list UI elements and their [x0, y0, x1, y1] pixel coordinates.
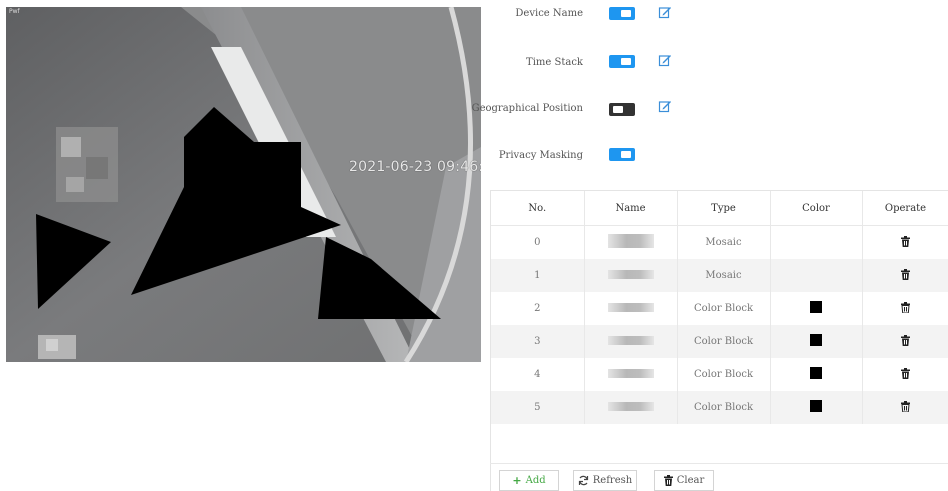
delete-icon[interactable]	[901, 334, 910, 349]
delete-icon[interactable]	[901, 235, 910, 250]
clear-label: Clear	[676, 475, 705, 486]
blurred-name	[607, 234, 654, 248]
device-name-toggle[interactable]	[609, 7, 635, 20]
blurred-name	[607, 335, 654, 345]
row-type: Color Block	[677, 391, 771, 424]
add-label: Add	[525, 475, 546, 486]
row-type: Color Block	[677, 292, 771, 325]
row-color	[770, 391, 863, 424]
column-header-no: No.	[491, 191, 585, 226]
row-color	[770, 325, 863, 358]
clear-button[interactable]: Clear	[654, 470, 714, 491]
color-swatch[interactable]	[810, 367, 822, 379]
column-header-type: Type	[677, 191, 771, 226]
color-swatch[interactable]	[810, 400, 822, 412]
row-number: 2	[491, 292, 585, 325]
trash-icon	[663, 475, 673, 486]
geographical-position-toggle[interactable]	[609, 103, 635, 116]
row-type: Color Block	[677, 325, 771, 358]
osd-channel-text: Pwf	[9, 8, 20, 15]
edit-icon[interactable]	[658, 53, 672, 67]
row-operate	[862, 225, 948, 259]
time-stack-toggle[interactable]	[609, 55, 635, 68]
row-name[interactable]	[584, 259, 678, 292]
table-row[interactable]: 5 Color Block	[491, 391, 948, 424]
row-type: Color Block	[677, 358, 771, 391]
privacy-mask-table: No. Name Type Color Operate 0 Mosaic 1 M…	[490, 190, 948, 491]
row-operate	[862, 292, 948, 325]
column-header-color: Color	[770, 191, 863, 226]
blurred-name	[607, 302, 654, 312]
plus-icon: +	[512, 474, 522, 487]
column-header-name: Name	[584, 191, 678, 226]
row-name[interactable]	[584, 358, 678, 391]
delete-icon[interactable]	[901, 367, 910, 382]
privacy-masking-toggle[interactable]	[609, 148, 635, 161]
row-color	[770, 292, 863, 325]
refresh-icon	[578, 475, 588, 486]
row-number: 3	[491, 325, 585, 358]
delete-icon[interactable]	[901, 400, 910, 415]
table-row[interactable]: 3 Color Block	[491, 325, 948, 358]
edit-icon[interactable]	[658, 99, 672, 113]
table-row[interactable]: 0 Mosaic	[491, 225, 948, 259]
blurred-name	[607, 269, 654, 279]
row-name[interactable]	[584, 391, 678, 424]
row-number: 5	[491, 391, 585, 424]
osd-time-stamp: 2021-06-23 09:46:35	[349, 159, 481, 175]
blurred-name	[607, 401, 654, 411]
color-swatch[interactable]	[810, 301, 822, 313]
row-type: Mosaic	[677, 259, 771, 292]
row-number: 1	[491, 259, 585, 292]
row-operate	[862, 391, 948, 424]
time-stack-label: Time Stack	[526, 57, 583, 68]
color-swatch[interactable]	[810, 334, 822, 346]
row-color	[770, 358, 863, 391]
row-operate	[862, 358, 948, 391]
table-row[interactable]: 1 Mosaic	[491, 259, 948, 292]
edit-icon[interactable]	[658, 5, 672, 19]
privacy-masking-label: Privacy Masking	[498, 150, 583, 161]
delete-icon[interactable]	[901, 301, 910, 316]
device-name-label: Device Name	[515, 8, 583, 19]
video-preview: Pwf 2021-06-23 09:46:35	[6, 7, 481, 362]
row-name[interactable]	[584, 292, 678, 325]
add-button[interactable]: + Add	[499, 470, 559, 491]
delete-icon[interactable]	[901, 268, 910, 283]
table-row[interactable]: 2 Color Block	[491, 292, 948, 325]
table-footer-divider	[490, 463, 948, 464]
geographical-position-label: Geographical Position	[471, 103, 583, 114]
refresh-label: Refresh	[592, 475, 633, 486]
row-name[interactable]	[584, 325, 678, 358]
row-color	[770, 259, 863, 292]
table-header-row: No. Name Type Color Operate	[491, 191, 948, 226]
row-name[interactable]	[584, 225, 678, 259]
row-number: 4	[491, 358, 585, 391]
refresh-button[interactable]: Refresh	[573, 470, 637, 491]
row-number: 0	[491, 225, 585, 259]
column-header-operate: Operate	[862, 191, 948, 226]
row-color	[770, 225, 863, 259]
table-row[interactable]: 4 Color Block	[491, 358, 948, 391]
camera-scene	[6, 7, 481, 362]
row-operate	[862, 325, 948, 358]
blurred-name	[607, 368, 654, 378]
row-operate	[862, 259, 948, 292]
row-type: Mosaic	[677, 225, 771, 259]
